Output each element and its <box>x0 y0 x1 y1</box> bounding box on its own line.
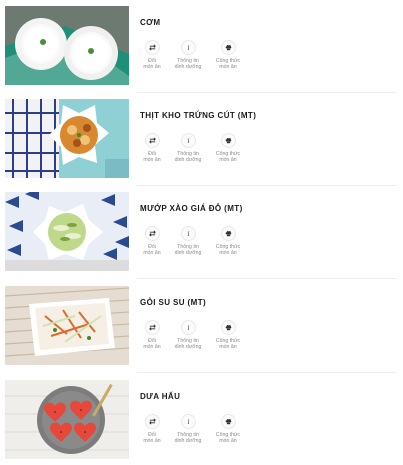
recipe-button[interactable]: Công thức món ăn <box>213 414 243 445</box>
svg-text:i: i <box>187 231 189 238</box>
recipe-label: Công thức món ăn <box>215 151 241 164</box>
list-item: GỎI SU SU (MT) Đổi món ăn i Thông tin di… <box>0 280 403 373</box>
swap-dish-button[interactable]: Đổi món ăn <box>137 226 167 257</box>
svg-text:i: i <box>187 138 189 145</box>
swap-arrows-icon <box>148 44 156 51</box>
list-item: CƠM Đổi món ăn i Thông tin dinh dưỡng Cô… <box>0 0 403 93</box>
swap-dish-button[interactable]: Đổi món ăn <box>137 320 167 351</box>
recipe-button[interactable]: Công thức món ăn <box>213 226 243 257</box>
swap-dish-label: Đổi món ăn <box>143 58 161 71</box>
svg-text:i: i <box>187 325 189 332</box>
divider <box>137 278 397 279</box>
swap-dish-label: Đổi món ăn <box>143 432 161 445</box>
chef-hat-icon <box>225 138 231 144</box>
dish-name: CƠM <box>140 18 161 27</box>
nutrition-info-button[interactable]: i Thông tin dinh dưỡng <box>173 414 203 445</box>
dish-image[interactable] <box>5 286 129 365</box>
dish-image[interactable] <box>5 192 129 271</box>
divider <box>137 372 397 373</box>
list-item: MƯỚP XÀO GIÁ ĐỖ (MT) Đổi món ăn i Thông … <box>0 186 403 279</box>
dish-actions: Đổi món ăn i Thông tin dinh dưỡng Công t… <box>137 133 257 177</box>
dish-image[interactable] <box>5 6 129 85</box>
swap-arrows-icon <box>148 418 156 425</box>
nutrition-info-button[interactable]: i Thông tin dinh dưỡng <box>173 226 203 257</box>
braised-pork-photo <box>5 99 129 178</box>
list-item: DƯA HẤU Đổi món ăn i Thông tin dinh dưỡn… <box>0 374 403 465</box>
chef-hat-icon <box>225 419 231 425</box>
swap-dish-button[interactable]: Đổi món ăn <box>137 40 167 71</box>
nutrition-info-label: Thông tin dinh dưỡng <box>174 432 202 445</box>
dish-actions: Đổi món ăn i Thông tin dinh dưỡng Công t… <box>137 320 257 364</box>
swap-arrows-icon <box>148 230 156 237</box>
watermelon-photo <box>5 380 129 459</box>
dish-actions: Đổi món ăn i Thông tin dinh dưỡng Công t… <box>137 226 257 270</box>
recipe-label: Công thức món ăn <box>215 432 241 445</box>
nutrition-info-label: Thông tin dinh dưỡng <box>174 151 202 164</box>
dish-actions: Đổi món ăn i Thông tin dinh dưỡng Công t… <box>137 414 257 458</box>
rice-photo <box>5 6 129 85</box>
nutrition-info-label: Thông tin dinh dưỡng <box>174 244 202 257</box>
swap-dish-button[interactable]: Đổi món ăn <box>137 133 167 164</box>
recipe-button[interactable]: Công thức món ăn <box>213 320 243 351</box>
nutrition-info-button[interactable]: i Thông tin dinh dưỡng <box>173 133 203 164</box>
menu-list: CƠM Đổi món ăn i Thông tin dinh dưỡng Cô… <box>0 0 403 465</box>
chayote-salad-photo <box>5 286 129 365</box>
svg-text:i: i <box>187 45 189 52</box>
swap-dish-label: Đổi món ăn <box>143 151 161 164</box>
nutrition-info-button[interactable]: i Thông tin dinh dưỡng <box>173 320 203 351</box>
swap-dish-button[interactable]: Đổi món ăn <box>137 414 167 445</box>
recipe-button[interactable]: Công thức món ăn <box>213 133 243 164</box>
recipe-button[interactable]: Công thức món ăn <box>213 40 243 71</box>
swap-arrows-icon <box>148 137 156 144</box>
recipe-label: Công thức món ăn <box>215 244 241 257</box>
recipe-label: Công thức món ăn <box>215 58 241 71</box>
info-icon: i <box>187 231 189 238</box>
info-icon: i <box>187 419 189 426</box>
dish-image[interactable] <box>5 99 129 178</box>
swap-dish-label: Đổi món ăn <box>143 338 161 351</box>
dish-name: MƯỚP XÀO GIÁ ĐỖ (MT) <box>140 204 243 213</box>
list-item: THỊT KHO TRỨNG CÚT (MT) Đổi món ăn i Thô… <box>0 93 403 186</box>
nutrition-info-label: Thông tin dinh dưỡng <box>174 338 202 351</box>
info-icon: i <box>187 45 189 52</box>
chef-hat-icon <box>225 325 231 331</box>
nutrition-info-label: Thông tin dinh dưỡng <box>174 58 202 71</box>
dish-name: GỎI SU SU (MT) <box>140 298 207 307</box>
dish-actions: Đổi món ăn i Thông tin dinh dưỡng Công t… <box>137 40 257 84</box>
info-icon: i <box>187 138 189 145</box>
dish-name: DƯA HẤU <box>140 392 181 401</box>
dish-image[interactable] <box>5 380 129 459</box>
luffa-stirfry-photo <box>5 192 129 271</box>
svg-text:i: i <box>187 419 189 426</box>
swap-arrows-icon <box>148 324 156 331</box>
chef-hat-icon <box>225 45 231 51</box>
dish-name: THỊT KHO TRỨNG CÚT (MT) <box>140 111 257 120</box>
nutrition-info-button[interactable]: i Thông tin dinh dưỡng <box>173 40 203 71</box>
recipe-label: Công thức món ăn <box>215 338 241 351</box>
swap-dish-label: Đổi món ăn <box>143 244 161 257</box>
info-icon: i <box>187 325 189 332</box>
chef-hat-icon <box>225 231 231 237</box>
